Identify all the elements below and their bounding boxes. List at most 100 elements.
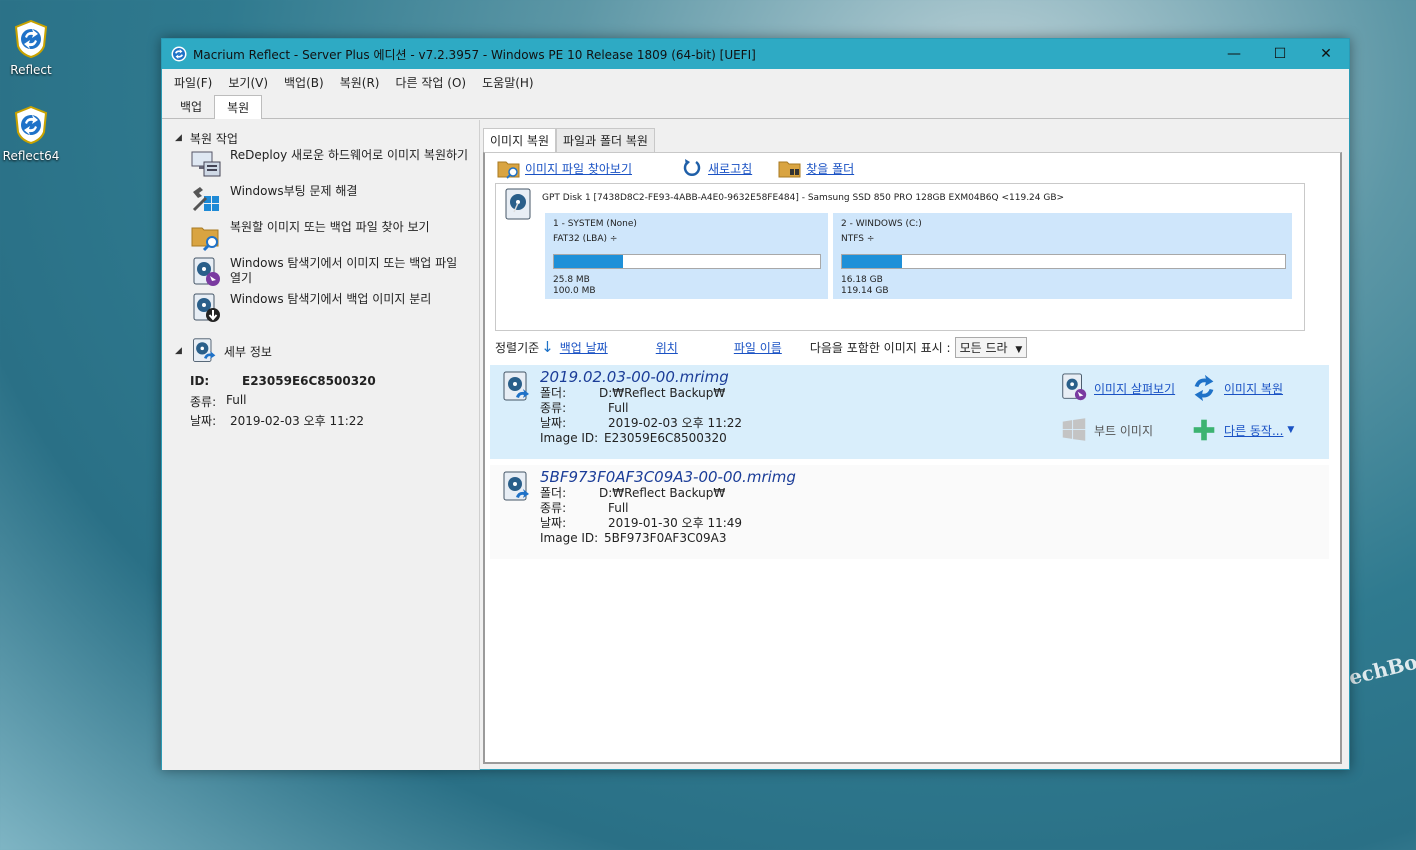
drive-filter-dropdown[interactable]: 모든 드라 ▼ — [954, 336, 1028, 358]
menu-restore[interactable]: 복원(R) — [332, 74, 388, 91]
tab-image-restore[interactable]: 이미지 복원 — [483, 128, 557, 152]
windows-fix-icon — [192, 187, 219, 212]
restore-tabs: 이미지 복원 파일과 폴더 복원 — [482, 126, 1348, 152]
task-explore-image[interactable]: Windows 탐색기에서 이미지 또는 백업 파일 열기 — [162, 256, 479, 292]
folder-label: 폴더: — [540, 386, 567, 400]
folder-value: D:₩Reflect Backup₩ — [599, 386, 726, 400]
chevron-down-icon: ▼ — [1015, 344, 1023, 355]
restore-toolbar: 이미지 파일 찾아보기 새로고침 찾을 폴더 — [485, 153, 1340, 183]
detach-image-icon — [193, 293, 220, 322]
collapse-triangle-icon[interactable]: ◢ — [175, 133, 182, 143]
show-images-label: 다음을 포함한 이미지 표시 : — [809, 340, 951, 355]
redeploy-icon — [191, 151, 221, 177]
browse-image-button[interactable]: 이미지 파일 찾아보기 — [497, 157, 632, 179]
menu-file[interactable]: 파일(F) — [166, 74, 220, 91]
app-window: Macrium Reflect - Server Plus 에디션 - v7.2… — [161, 38, 1350, 770]
desktop-icon-reflect[interactable]: Reflect — [0, 19, 62, 77]
search-folder-icon — [778, 161, 801, 178]
partition-fs: NTFS ÷ — [841, 234, 875, 244]
details-id-row: ID: E23059E6C8500320 — [162, 374, 479, 393]
image-details-icon — [192, 338, 216, 362]
restore-tasks-header[interactable]: ◢ 복원 작업 — [162, 128, 479, 148]
restore-image-link[interactable]: 이미지 복원 — [1224, 380, 1283, 397]
disk-label: GPT Disk 1 [7438D8C2-FE93-4ABB-A4E0-9632… — [542, 193, 1065, 203]
folder-label: 폴더: — [540, 486, 567, 500]
partition-fs: FAT32 (LBA) ÷ — [553, 234, 618, 244]
refresh-link[interactable]: 새로고침 — [708, 160, 752, 177]
tab-file-folder-restore[interactable]: 파일과 폴더 복원 — [556, 128, 655, 152]
maximize-button[interactable]: ☐ — [1257, 39, 1303, 69]
tab-restore[interactable]: 복원 — [214, 95, 263, 119]
date-value: 2019-01-30 오후 11:49 — [608, 516, 743, 530]
details-id-label: ID: — [190, 374, 210, 388]
partition-usage-bar — [553, 254, 821, 269]
collapse-triangle-icon[interactable]: ◢ — [175, 346, 182, 356]
sort-by-location-link[interactable]: 위치 — [656, 339, 678, 356]
other-actions[interactable]: 다른 동작... ▼ — [1190, 415, 1294, 445]
partition-total: 119.14 GB — [841, 286, 889, 296]
type-label: 종류: — [540, 501, 567, 515]
image-file-icon — [503, 471, 529, 501]
windows-logo-icon — [1062, 418, 1086, 441]
task-browse-image[interactable]: 복원할 이미지 또는 백업 파일 찾아 보기 — [162, 220, 479, 256]
restore-arrows-icon — [1194, 374, 1214, 402]
partition-total: 100.0 MB — [553, 286, 596, 296]
explore-image-link[interactable]: 이미지 살펴보기 — [1094, 380, 1175, 397]
reflect-shield-icon — [14, 19, 48, 59]
partition-usage-fill — [842, 255, 903, 268]
details-date-row: 날짜: 2019-02-03 오후 11:22 — [162, 412, 479, 431]
explore-image-action[interactable]: 이미지 살펴보기 — [1060, 373, 1175, 403]
sort-by-date-link[interactable]: 백업 날짜 — [560, 339, 608, 356]
window-title: Macrium Reflect - Server Plus 에디션 - v7.2… — [193, 47, 756, 62]
image-id-label: Image ID: — [540, 431, 599, 445]
menu-view[interactable]: 보기(V) — [220, 74, 276, 91]
partition-used: 25.8 MB — [553, 275, 590, 285]
boot-image-action[interactable]: 부트 이미지 — [1060, 415, 1153, 445]
task-redeploy[interactable]: ReDeploy 새로운 하드웨어로 이미지 복원하기 — [162, 148, 479, 184]
sort-by-filename-link[interactable]: 파일 이름 — [734, 339, 782, 356]
partition-name: 2 - WINDOWS (C:) — [841, 219, 922, 229]
details-header[interactable]: ◢ 세부 정보 — [162, 336, 479, 366]
date-label: 날짜: — [540, 416, 567, 430]
task-label: Windows부팅 문제 해결 — [230, 184, 358, 198]
task-fix-boot[interactable]: Windows부팅 문제 해결 — [162, 184, 479, 220]
menu-help[interactable]: 도움말(H) — [474, 74, 542, 91]
sort-bar: 정렬기준 ↓ 백업 날짜 위치 파일 이름 다음을 포함한 이미지 표시 : 모… — [495, 336, 1335, 358]
task-detach-image[interactable]: Windows 탐색기에서 백업 이미지 분리 — [162, 292, 479, 328]
caret-down-icon: ▼ — [1287, 425, 1295, 435]
boot-image-label: 부트 이미지 — [1094, 423, 1154, 438]
sort-label: 정렬기준 — [495, 340, 540, 355]
desktop-icon-reflect64[interactable]: Reflect64 — [0, 105, 62, 163]
type-label: 종류: — [540, 401, 567, 415]
title-bar[interactable]: Macrium Reflect - Server Plus 에디션 - v7.2… — [162, 39, 1349, 69]
desktop-icon-label: Reflect64 — [2, 149, 60, 163]
task-label: 복원할 이미지 또는 백업 파일 찾아 보기 — [230, 220, 430, 234]
folder-value: D:₩Reflect Backup₩ — [599, 486, 726, 500]
details-date-label: 날짜: — [190, 414, 217, 428]
image-filename[interactable]: 2019.02.03-00-00.mrimg — [540, 368, 729, 386]
partition-system[interactable]: 1 - SYSTEM (None) FAT32 (LBA) ÷ 25.8 MB … — [545, 213, 828, 299]
menu-backup[interactable]: 백업(B) — [276, 74, 332, 91]
partition-windows[interactable]: 2 - WINDOWS (C:) NTFS ÷ 16.18 GB 119.14 … — [833, 213, 1292, 299]
menu-bar: 파일(F) 보기(V) 백업(B) 복원(R) 다른 작업 (O) 도움말(H) — [162, 69, 1349, 95]
minimize-button[interactable]: — — [1211, 39, 1257, 69]
watermark: echBoo — [1346, 646, 1416, 690]
partition-usage-fill — [554, 255, 623, 268]
image-entry[interactable]: 5BF973F0AF3C09A3-00-00.mrimg 폴더: D:₩Refle… — [490, 465, 1329, 559]
search-folder-link[interactable]: 찾을 폴더 — [806, 160, 854, 177]
tab-backup[interactable]: 백업 — [168, 95, 214, 118]
other-actions-link[interactable]: 다른 동작... — [1224, 422, 1283, 439]
browse-image-link[interactable]: 이미지 파일 찾아보기 — [525, 160, 632, 177]
search-folder-button[interactable]: 찾을 폴더 — [778, 157, 854, 179]
image-entry[interactable]: 2019.02.03-00-00.mrimg 폴더: D:₩Reflect Bac… — [490, 365, 1329, 459]
refresh-icon — [683, 159, 701, 176]
restore-image-action[interactable]: 이미지 복원 — [1190, 373, 1283, 403]
image-filename[interactable]: 5BF973F0AF3C09A3-00-00.mrimg — [540, 468, 796, 486]
menu-other-tasks[interactable]: 다른 작업 (O) — [388, 74, 475, 91]
refresh-button[interactable]: 새로고침 — [680, 157, 752, 179]
disk-map: GPT Disk 1 [7438D8C2-FE93-4ABB-A4E0-9632… — [495, 183, 1305, 331]
close-button[interactable]: ✕ — [1303, 39, 1349, 69]
reflect-shield-icon — [14, 105, 48, 145]
details-title: 세부 정보 — [223, 344, 272, 359]
details-type-label: 종류: — [190, 395, 217, 409]
